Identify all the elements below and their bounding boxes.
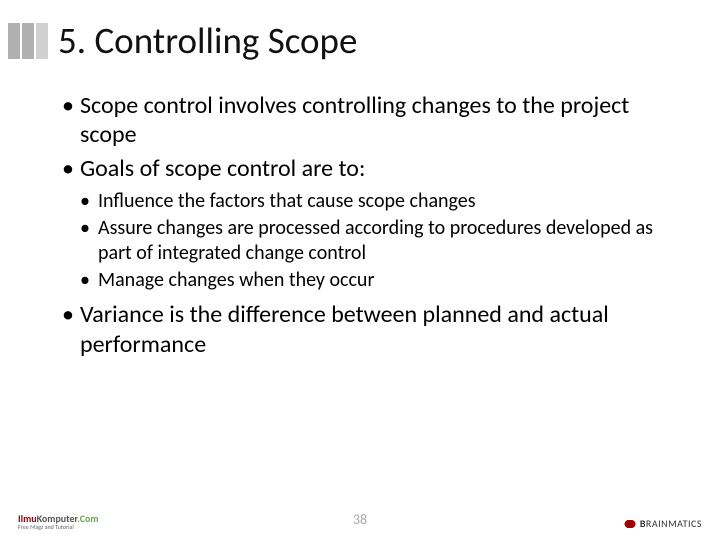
bullet-list: Scope control involves controlling chang… [62, 91, 670, 359]
footer-logo-left: IlmuKomputer.Com Free Magz and Tutorial [18, 514, 99, 530]
footer-logo-right-text: BRAINMATICS [640, 517, 702, 530]
bar-icon [8, 23, 20, 59]
sub-bullet-item: Manage changes when they occur [80, 268, 670, 292]
footer: IlmuKomputer.Com Free Magz and Tutorial … [0, 514, 720, 530]
slide-title: 5. Controlling Scope [58, 18, 357, 63]
bullet-item: Variance is the difference between plann… [62, 300, 670, 359]
bar-icon [22, 23, 34, 59]
footer-logo-left-tagline: Free Magz and Tutorial [18, 524, 99, 530]
footer-logo-right: BRAINMATICS [623, 517, 702, 530]
sub-bullet-list: Influence the factors that cause scope c… [80, 189, 670, 293]
bullet-text: Goals of scope control are to: [80, 154, 365, 183]
brain-icon [623, 519, 637, 529]
title-row: 5. Controlling Scope [0, 0, 720, 63]
logo-rest: RAINMATICS [646, 517, 702, 530]
slide: 5. Controlling Scope Scope control invol… [0, 0, 720, 540]
bar-icon [36, 23, 48, 59]
bullet-item: Goals of scope control are to: Influence… [62, 154, 670, 293]
sub-bullet-item: Influence the factors that cause scope c… [80, 189, 670, 213]
bullet-item: Scope control involves controlling chang… [62, 91, 670, 150]
slide-content: Scope control involves controlling chang… [0, 63, 720, 359]
sub-bullet-item: Assure changes are processed according t… [80, 216, 670, 265]
title-decoration-bars [8, 23, 48, 59]
